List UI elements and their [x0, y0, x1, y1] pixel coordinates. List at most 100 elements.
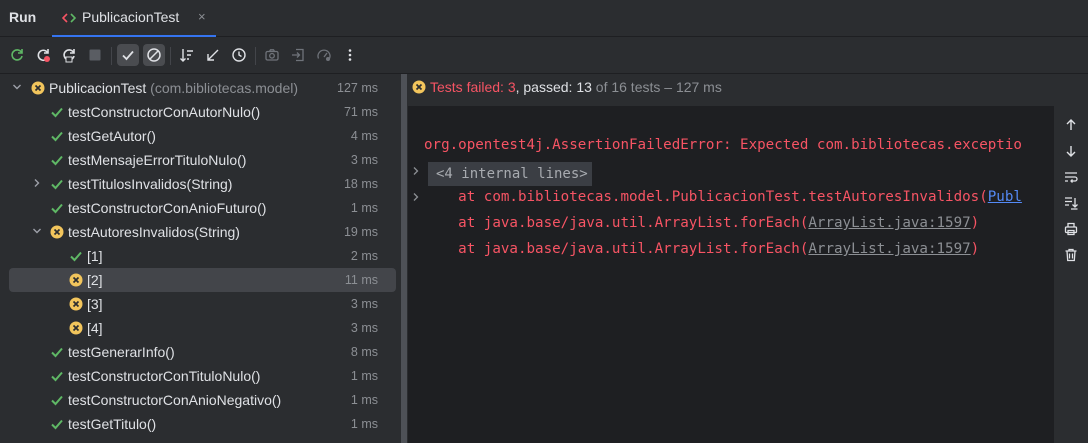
history-icon[interactable] — [228, 44, 250, 66]
test-failed-icon — [69, 297, 83, 311]
chevron-right-icon[interactable] — [30, 176, 44, 190]
test-passed-icon — [50, 129, 64, 143]
duration: 3 ms — [350, 297, 378, 311]
trace-text: at java.base/java.util.ArrayList.forEach… — [424, 241, 809, 257]
duration: 71 ms — [343, 105, 378, 119]
tree-row[interactable]: testConstructorConAnioNegativo() 1 ms — [0, 388, 400, 412]
folded-internal-lines[interactable]: <4 internal lines> — [428, 162, 592, 186]
stack-trace-line: at java.base/java.util.ArrayList.forEach… — [424, 215, 979, 231]
chevron-right-icon[interactable] — [411, 166, 421, 179]
tree-row[interactable]: testTitulosInvalidos(String) 18 ms — [0, 172, 400, 196]
screenshot-icon[interactable] — [261, 44, 283, 66]
run-tool-window-header: Run PublicacionTest × — [0, 0, 1088, 37]
duration: 19 ms — [343, 225, 378, 239]
sort-duration-icon[interactable] — [202, 44, 224, 66]
import-icon[interactable] — [287, 44, 309, 66]
status-total: of 16 tests – 127 ms — [591, 79, 722, 95]
test-passed-icon — [50, 153, 64, 167]
trace-text: ) — [970, 241, 980, 257]
soft-wrap-icon[interactable] — [1062, 168, 1080, 186]
test-name: testTitulosInvalidos(String) — [68, 176, 233, 192]
duration: 1 ms — [350, 393, 378, 407]
test-failed-icon — [50, 225, 64, 239]
arrow-down-icon[interactable] — [1062, 142, 1080, 160]
trace-text: at java.base/java.util.ArrayList.forEach… — [424, 215, 809, 231]
duration: 8 ms — [350, 345, 378, 359]
test-failed-icon — [31, 81, 45, 95]
test-name: testGenerarInfo() — [68, 344, 175, 360]
test-failed-icon — [69, 273, 83, 287]
splitter-grip[interactable] — [401, 74, 407, 443]
panel-splitter[interactable] — [400, 74, 408, 443]
tree-root-row[interactable]: PublicacionTest (com.bibliotecas.model) … — [0, 76, 400, 100]
duration: 11 ms — [344, 273, 378, 287]
chevron-down-icon[interactable] — [30, 224, 44, 238]
duration: 2 ms — [350, 249, 378, 263]
rerun-icon[interactable] — [6, 44, 28, 66]
chevron-right-icon[interactable] — [411, 192, 421, 205]
duration: 18 ms — [343, 177, 378, 191]
print-icon[interactable] — [1062, 220, 1080, 238]
tab-label: PublicacionTest — [82, 9, 180, 25]
test-passed-icon — [50, 177, 64, 191]
tree-row[interactable]: [2] 11 ms — [0, 268, 400, 292]
tree-row[interactable]: testGetAutor() 4 ms — [0, 124, 400, 148]
source-link[interactable]: Publ — [988, 189, 1022, 205]
tree-row[interactable]: testGetTitulo() 1 ms — [0, 412, 400, 436]
selection-highlight — [9, 268, 396, 292]
toolbar-separator — [111, 47, 112, 65]
tree-row[interactable]: testConstructorConAnioFuturo() 1 ms — [0, 196, 400, 220]
tree-root-label: PublicacionTest (com.bibliotecas.model) — [49, 80, 298, 96]
test-name: testGetAutor() — [68, 128, 156, 144]
rerun-toggle-icon[interactable] — [58, 44, 80, 66]
status-failed: Tests failed: 3 — [430, 79, 516, 95]
root-package: (com.bibliotecas.model) — [150, 80, 299, 96]
arrow-up-icon[interactable] — [1062, 116, 1080, 134]
test-passed-icon — [50, 417, 64, 431]
test-class-icon — [62, 13, 76, 23]
test-name: [3] — [87, 296, 103, 312]
test-failed-icon — [69, 321, 83, 335]
stack-trace-line: at com.bibliotecas.model.PublicacionTest… — [424, 189, 1022, 205]
test-status-summary: Tests failed: 3, passed: 13 of 16 tests … — [412, 78, 722, 95]
tree-row[interactable]: [4] 3 ms — [0, 316, 400, 340]
tree-row[interactable]: testAutoresInvalidos(String) 19 ms — [0, 220, 400, 244]
duration: 4 ms — [350, 129, 378, 143]
sort-alpha-icon[interactable] — [176, 44, 198, 66]
tree-row[interactable]: testGenerarInfo() 8 ms — [0, 340, 400, 364]
run-toolbar — [0, 37, 1088, 74]
show-passed-icon[interactable] — [117, 44, 139, 66]
test-passed-icon — [50, 105, 64, 119]
test-name: [2] — [87, 272, 103, 288]
scroll-to-end-icon[interactable] — [1062, 194, 1080, 212]
test-passed-icon — [50, 393, 64, 407]
tree-row[interactable]: testConstructorConAutorNulo() 71 ms — [0, 100, 400, 124]
tree-row[interactable]: testMensajeErrorTituloNulo() 3 ms — [0, 148, 400, 172]
tree-row[interactable]: [3] 3 ms — [0, 292, 400, 316]
root-class-name: PublicacionTest — [49, 80, 147, 96]
console-output[interactable]: org.opentest4j.AssertionFailedError: Exp… — [408, 106, 1054, 443]
console-error-line: org.opentest4j.AssertionFailedError: Exp… — [424, 137, 1022, 153]
test-name: testConstructorConTituloNulo() — [68, 368, 261, 384]
show-ignored-icon[interactable] — [143, 44, 165, 66]
test-name: testGetTitulo() — [68, 416, 157, 432]
test-name: testMensajeErrorTituloNulo() — [68, 152, 247, 168]
status-passed: , passed: 13 — [515, 79, 592, 95]
tree-row[interactable]: [1] 2 ms — [0, 244, 400, 268]
close-icon[interactable]: × — [198, 9, 206, 24]
more-icon[interactable] — [339, 44, 361, 66]
test-results-tree: PublicacionTest (com.bibliotecas.model) … — [0, 74, 400, 443]
tree-row[interactable]: testConstructorConTituloNulo() 1 ms — [0, 364, 400, 388]
rerun-failed-icon[interactable] — [32, 44, 54, 66]
source-link[interactable]: ArrayList.java:1597 — [808, 215, 970, 231]
stack-trace-line: at java.base/java.util.ArrayList.forEach… — [424, 241, 979, 257]
test-passed-icon — [50, 369, 64, 383]
coverage-icon[interactable] — [313, 44, 335, 66]
tab-publicaciontest[interactable]: PublicacionTest × — [52, 0, 216, 37]
trash-icon[interactable] — [1062, 246, 1080, 264]
toolbar-separator — [170, 47, 171, 65]
source-link[interactable]: ArrayList.java:1597 — [808, 241, 970, 257]
stop-icon[interactable] — [84, 44, 106, 66]
test-passed-icon — [69, 249, 83, 263]
chevron-down-icon[interactable] — [10, 80, 24, 94]
